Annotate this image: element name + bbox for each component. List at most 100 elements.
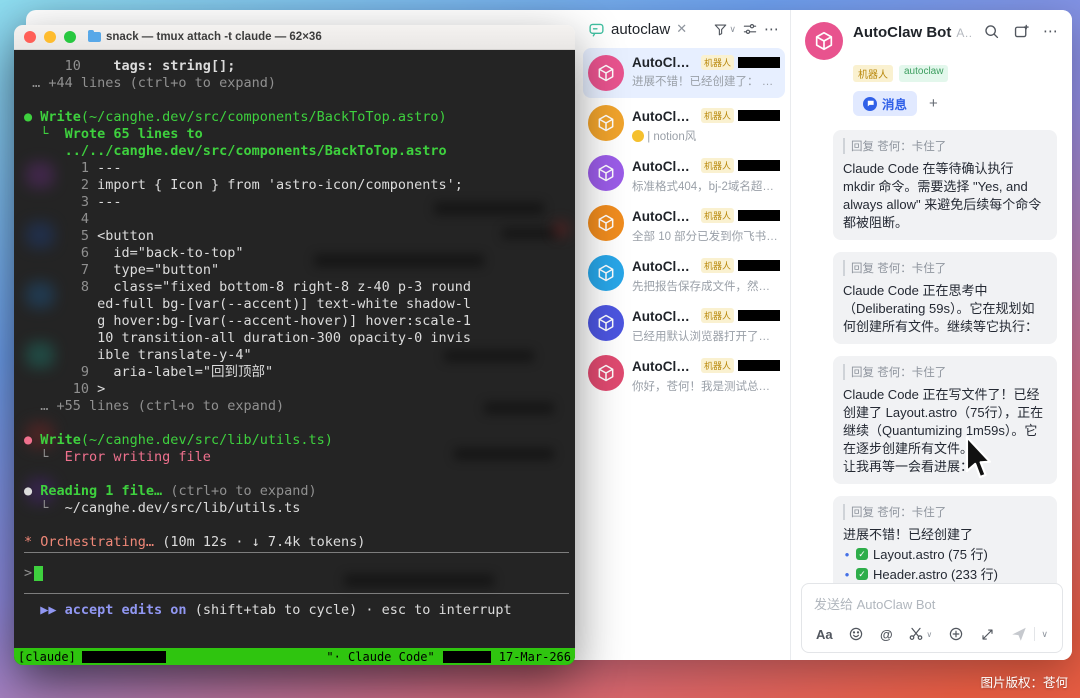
chat-list-item[interactable]: AutoClaw Bot机器人进展不错！已经创建了： ✓ Layout.... [583,48,785,98]
chat-tags: 机器人 autoclaw [853,65,1059,82]
redaction-block [81,651,166,663]
terminal-line: ● Reading 1 file… (ctrl+o to expand) [24,483,317,499]
chat-list: AutoClaw Bot机器人进展不错！已经创建了： ✓ Layout....A… [578,48,790,398]
terminal-title: snack — tmux attach -t claude — 62×36 [88,30,322,43]
redacted-timestamp [738,209,780,221]
avatar [588,355,624,391]
chat-list-item[interactable]: AutoClaw_内容总...机器人 | notion风 [583,98,785,148]
terminal-line: ed-full bg-[var(--accent)] text-white sh… [97,296,472,312]
chat-list-panel: autoclaw ✕ ∨ ⋯ AutoClaw Bot机器人进展不错！已经创建了… [578,10,791,660]
message-text: Claude Code 正在思考中（Deliberating 59s）。它在规划… [843,283,1039,334]
terminal-line: └ Error writing file [24,449,211,465]
terminal-prompt[interactable]: > [24,552,569,594]
message-input[interactable]: 发送给 AutoClaw Bot [802,584,1062,613]
zoom-button[interactable] [64,31,76,43]
chat-filter-bubble-icon [588,21,605,38]
chat-item-name: AutoClaw Bot [632,55,697,70]
terminal-line: ../../canghe.dev/src/components/BackToTo… [64,143,447,159]
terminal-line: 10 transition-all duration-300 opacity-0… [97,330,472,346]
reply-quote: 回复 苍何：卡住了 [843,364,1047,380]
filter-funnel-icon[interactable]: ∨ [713,22,736,37]
image-copyright: 图片版权：苍何 [980,676,1068,690]
mention-icon[interactable]: @ [880,627,893,642]
tmux-date: 17-Mar-266 [498,650,571,664]
chat-item-preview: 你好，苍何！我是测试总监，随时准... [632,381,780,393]
terminal-line: g hover:bg-[var(--accent-hover)] hover:s… [97,313,472,329]
message-composer: 发送给 AutoClaw Bot Aa @ ∨ ∨ [801,583,1063,653]
bot-badge: 机器人 [700,107,734,123]
chat-item-name: AutoClaw_测试... [632,359,697,374]
clear-search-icon[interactable]: ✕ [676,21,687,37]
redacted-timestamp [738,309,780,321]
message-bubble: 回复 苍何：卡住了 Claude Code 正在写文件了！已经创建了 Layout… [833,356,1057,484]
chat-list-more-icon[interactable]: ⋯ [764,20,780,38]
avatar [588,155,624,191]
mouse-cursor-icon [962,436,996,487]
bot-tag: 机器人 [853,65,893,82]
bot-badge: 机器人 [700,307,734,323]
terminal-line: 8 class="fixed bottom-8 right-8 z-40 p-3… [24,279,472,295]
message-text: 进展不错！已经创建了 [843,527,974,542]
chat-item-preview: 已经用默认浏览器打开了，苍何直接... [632,331,780,343]
bot-badge: 机器人 [700,257,734,273]
terminal-cursor [34,565,44,581]
message-text: Claude Code 正在写文件了！已经创建了 Layout.astro（75… [843,387,1044,474]
terminal-line: └ ~/canghe.dev/src/lib/utils.ts [24,500,301,516]
send-options-chevron[interactable]: ∨ [1041,629,1048,640]
chat-item-name: AutoClaw_内容总... [632,109,697,124]
tmux-window-title: "· Claude Code" [326,650,435,664]
chat-list-item[interactable]: AutoClaw_市场总...机器人先把报告保存成文件，然后发给你。 [583,248,785,298]
close-button[interactable] [24,31,36,43]
terminal-line: * Orchestrating… (10m 12s · ↓ 7.4k token… [24,534,366,550]
chat-item-name: AutoClaw_产品总... [632,209,697,224]
terminal-line: 2 import { Icon } from 'astro-icon/compo… [24,177,463,193]
redacted-timestamp [738,57,780,68]
chat-list-item[interactable]: AutoClaw_产品总...机器人全部 10 部分已发到你飞书了 ✓ PRD … [583,198,785,248]
search-in-chat-icon[interactable] [983,23,1000,40]
terminal-line: ● Write(~/canghe.dev/src/components/Back… [24,109,447,125]
expand-composer-icon[interactable] [980,627,995,642]
chat-list-item[interactable]: AutoClaw_开发总...机器人已经用默认浏览器打开了，苍何直接... [583,298,785,348]
sort-settings-icon[interactable] [742,21,758,37]
emoji-icon[interactable] [848,626,864,642]
chat-list-item[interactable]: AutoClaw_全栈机器人标准格式404，bj-2域名超时，看来... [583,148,785,198]
folder-icon [88,30,101,42]
terminal-line: └ Wrote 65 lines to [24,126,203,142]
terminal-mode-hint: ▶▶ accept edits on (shift+tab to cycle) … [24,602,512,618]
terminal-line: ible translate-y-4" [97,347,252,363]
message-text: Claude Code 在等待确认执行 mkdir 命令。需要选择 "Yes, … [843,161,1042,230]
terminal-window: snack — tmux attach -t claude — 62×36 10… [14,25,575,665]
send-button[interactable] [1010,625,1028,643]
chat-header: AutoClaw Bot Au... ⋯ 机器人 autoclaw [791,10,1072,124]
terminal-line: 4 [24,211,90,227]
minimize-button[interactable] [44,31,56,43]
chat-list-item[interactable]: AutoClaw_测试...机器人你好，苍何！我是测试总监，随时准... [583,348,785,398]
terminal-line: ● Write(~/canghe.dev/src/lib/utils.ts) [24,432,333,448]
attach-plus-icon[interactable] [948,626,964,642]
message-bullet: • ✓ Layout.astro (75 行) [844,547,988,562]
screenshot-scissors-icon[interactable]: ∨ [908,626,932,642]
chat-item-name: AutoClaw_市场总... [632,259,697,274]
chat-item-preview: 全部 10 部分已发到你飞书了 ✓ PRD ... [632,228,780,245]
chat-more-icon[interactable]: ⋯ [1043,22,1059,40]
avatar [588,205,624,241]
tmux-status-bar: [claude] "· Claude Code" 17-Mar-266 [14,648,575,665]
terminal-line: 10 tags: string[]; [24,58,236,74]
tmux-session: [claude] [18,650,76,664]
terminal-line: 9 aria-label="回到顶部" [24,364,274,380]
text-format-icon[interactable]: Aa [816,627,833,642]
reply-quote: 回复 苍何：卡住了 [843,504,1047,520]
add-tab-button[interactable]: + [929,95,938,112]
bot-badge: 机器人 [700,157,734,173]
terminal-line: 5 <button [24,228,155,244]
chat-detail-panel: AutoClaw Bot Au... ⋯ 机器人 autoclaw [790,10,1072,660]
terminal-line: … +55 lines (ctrl+o to expand) [24,398,285,414]
bot-badge: 机器人 [700,357,734,373]
chat-item-name: AutoClaw_全栈 [632,159,697,174]
tab-messages[interactable]: 消息 [853,91,918,116]
check-icon: ✓ [856,548,868,560]
open-in-tab-icon[interactable] [1013,23,1030,40]
